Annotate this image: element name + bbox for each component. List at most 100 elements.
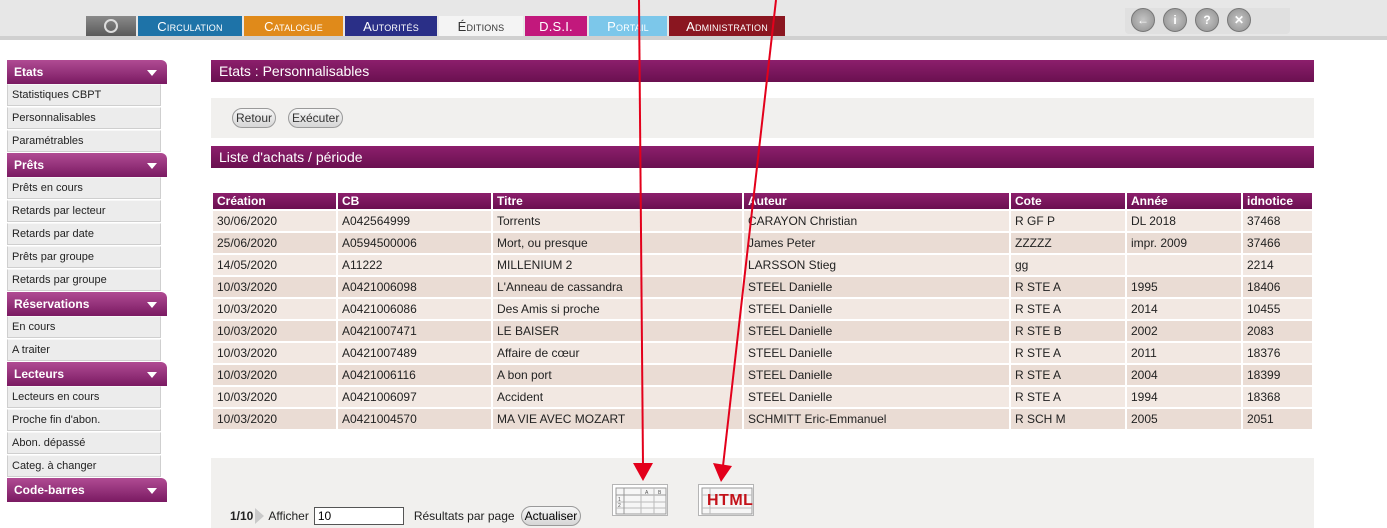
table-cell: R SCH M bbox=[1011, 409, 1125, 429]
column-header-annee[interactable]: Année bbox=[1127, 193, 1241, 209]
sidebar-item-proche-fin-abon[interactable]: Proche fin d'abon. bbox=[7, 409, 161, 431]
table-cell: 2002 bbox=[1127, 321, 1241, 341]
tab-catalogue[interactable]: Catalogue bbox=[244, 16, 343, 36]
sidebar-item-statistiques-cbpt[interactable]: Statistiques CBPT bbox=[7, 84, 161, 106]
table-cell: 2083 bbox=[1243, 321, 1312, 341]
table-cell: 10/03/2020 bbox=[213, 365, 336, 385]
table-cell: R STE A bbox=[1011, 365, 1125, 385]
sidebar-group-code-barres[interactable]: Code-barres bbox=[7, 478, 167, 502]
sidebar-group-reservations[interactable]: Réservations bbox=[7, 292, 167, 316]
table-row[interactable]: 30/06/2020 A042564999 Torrents CARAYON Chri… bbox=[213, 211, 1312, 231]
page-title: Etats : Personnalisables bbox=[211, 60, 1314, 82]
sidebar-item-categ-a-changer[interactable]: Categ. à changer bbox=[7, 455, 161, 477]
sidebar-item-retards-par-date[interactable]: Retards par date bbox=[7, 223, 161, 245]
table-row[interactable]: 14/05/2020 A11222 MILLENIUM 2 LARSSON Stieg… bbox=[213, 255, 1312, 275]
tab-editions[interactable]: Éditions bbox=[439, 16, 523, 36]
results-per-page-input[interactable] bbox=[313, 507, 404, 525]
sidebar-item-en-cours[interactable]: En cours bbox=[7, 316, 161, 338]
table-cell: MA VIE AVEC MOZART bbox=[493, 409, 742, 429]
table-cell: STEEL Danielle bbox=[744, 387, 1009, 407]
column-header-titre[interactable]: Titre bbox=[493, 193, 742, 209]
column-header-cote[interactable]: Cote bbox=[1011, 193, 1125, 209]
column-header-creation[interactable]: Création bbox=[213, 193, 336, 209]
sidebar-group-prets[interactable]: Prêts bbox=[7, 153, 167, 177]
sidebar-item-abon-depasse[interactable]: Abon. dépassé bbox=[7, 432, 161, 454]
table-cell: impr. 2009 bbox=[1127, 233, 1241, 253]
table-cell: 2014 bbox=[1127, 299, 1241, 319]
table-cell: STEEL Danielle bbox=[744, 321, 1009, 341]
table-cell: 2005 bbox=[1127, 409, 1241, 429]
back-button[interactable]: Retour bbox=[232, 108, 277, 128]
sidebar-group-etats[interactable]: Etats bbox=[7, 60, 167, 84]
sidebar-item-personnalisables[interactable]: Personnalisables bbox=[7, 107, 161, 129]
table-cell: 18368 bbox=[1243, 387, 1312, 407]
table-cell: STEEL Danielle bbox=[744, 365, 1009, 385]
refresh-button[interactable]: Actualiser bbox=[520, 506, 582, 526]
column-header-idnotice[interactable]: idnotice bbox=[1243, 193, 1312, 209]
table-cell: CARAYON Christian bbox=[744, 211, 1009, 231]
sidebar-item-retards-par-lecteur[interactable]: Retards par lecteur bbox=[7, 200, 161, 222]
table-cell bbox=[1127, 255, 1241, 275]
table-cell: A0421007471 bbox=[338, 321, 491, 341]
sidebar-item-a-traiter[interactable]: A traiter bbox=[7, 339, 161, 361]
table-cell: A042564999 bbox=[338, 211, 491, 231]
tab-autorites[interactable]: Autorités bbox=[345, 16, 437, 36]
table-row[interactable]: 10/03/2020 A0421007471 LE BAISER STEEL Dani… bbox=[213, 321, 1312, 341]
chevron-down-icon bbox=[147, 372, 157, 378]
sidebar: Etats Statistiques CBPT Personnalisables… bbox=[7, 60, 167, 502]
table-row[interactable]: 10/03/2020 A0421006098 L'Anneau de cassand… bbox=[213, 277, 1312, 297]
close-icon[interactable]: ✕ bbox=[1227, 8, 1251, 32]
column-header-cb[interactable]: CB bbox=[338, 193, 491, 209]
table-cell: 30/06/2020 bbox=[213, 211, 336, 231]
table-row[interactable]: 10/03/2020 A0421006086 Des Amis si proche S… bbox=[213, 299, 1312, 319]
next-page-icon[interactable] bbox=[255, 508, 265, 524]
back-icon[interactable]: ← bbox=[1131, 8, 1155, 32]
top-navigation-divider bbox=[0, 36, 1387, 40]
sidebar-item-lecteurs-en-cours[interactable]: Lecteurs en cours bbox=[7, 386, 161, 408]
table-header-row: Création CB Titre Auteur Cote Année idno… bbox=[213, 193, 1312, 209]
table-cell: 10/03/2020 bbox=[213, 387, 336, 407]
show-label: Afficher bbox=[268, 509, 309, 523]
table-row[interactable]: 10/03/2020 A0421007489 Affaire de cœur STEE… bbox=[213, 343, 1312, 363]
table-cell: R GF P bbox=[1011, 211, 1125, 231]
table-row[interactable]: 10/03/2020 A0421006097 Accident STEEL Danie… bbox=[213, 387, 1312, 407]
table-cell: A11222 bbox=[338, 255, 491, 275]
execute-button[interactable]: Exécuter bbox=[288, 108, 344, 128]
pagination: 1/10 Afficher Résultats par page Actuali… bbox=[230, 506, 582, 526]
html-export-icon[interactable]: HTML bbox=[698, 484, 754, 516]
table-cell: 25/06/2020 bbox=[213, 233, 336, 253]
table-row[interactable]: 10/03/2020 A0421006116 A bon port STEEL Dan… bbox=[213, 365, 1312, 385]
table-cell: STEEL Danielle bbox=[744, 299, 1009, 319]
table-cell: SCHMITT Eric-Emmanuel bbox=[744, 409, 1009, 429]
table-cell: 10/03/2020 bbox=[213, 321, 336, 341]
tab-portail[interactable]: Portail bbox=[589, 16, 667, 36]
table-row[interactable]: 25/06/2020 A0594500006 Mort, ou presque Jam… bbox=[213, 233, 1312, 253]
table-cell: 2214 bbox=[1243, 255, 1312, 275]
help-icon[interactable]: ? bbox=[1195, 8, 1219, 32]
table-cell: gg bbox=[1011, 255, 1125, 275]
page-indicator: 1/10 bbox=[230, 509, 254, 523]
table-row[interactable]: 10/03/2020 A0421004570 MA VIE AVEC MOZART S… bbox=[213, 409, 1312, 429]
table-cell: James Peter bbox=[744, 233, 1009, 253]
table-cell: A0421006097 bbox=[338, 387, 491, 407]
table-cell: R STE A bbox=[1011, 387, 1125, 407]
info-icon[interactable]: i bbox=[1163, 8, 1187, 32]
spreadsheet-export-icon[interactable]: A B 1 2 bbox=[612, 484, 668, 516]
tab-circulation[interactable]: Circulation bbox=[138, 16, 242, 36]
tab-home[interactable] bbox=[86, 16, 136, 36]
toolbar-icons: ← i ? ✕ bbox=[1125, 8, 1290, 34]
tab-dsi[interactable]: D.S.I. bbox=[525, 16, 587, 36]
table-cell: R STE A bbox=[1011, 277, 1125, 297]
table-cell: 18399 bbox=[1243, 365, 1312, 385]
sidebar-group-lecteurs[interactable]: Lecteurs bbox=[7, 362, 167, 386]
action-panel: Retour Exécuter bbox=[211, 98, 1314, 138]
sidebar-item-prets-par-groupe[interactable]: Prêts par groupe bbox=[7, 246, 161, 268]
chevron-down-icon bbox=[147, 488, 157, 494]
svg-text:2: 2 bbox=[618, 503, 621, 509]
tab-administration[interactable]: Administration bbox=[669, 16, 785, 36]
column-header-auteur[interactable]: Auteur bbox=[744, 193, 1009, 209]
table-cell: 10/03/2020 bbox=[213, 409, 336, 429]
sidebar-item-parametrables[interactable]: Paramétrables bbox=[7, 130, 161, 152]
sidebar-item-prets-en-cours[interactable]: Prêts en cours bbox=[7, 177, 161, 199]
sidebar-item-retards-par-groupe[interactable]: Retards par groupe bbox=[7, 269, 161, 291]
